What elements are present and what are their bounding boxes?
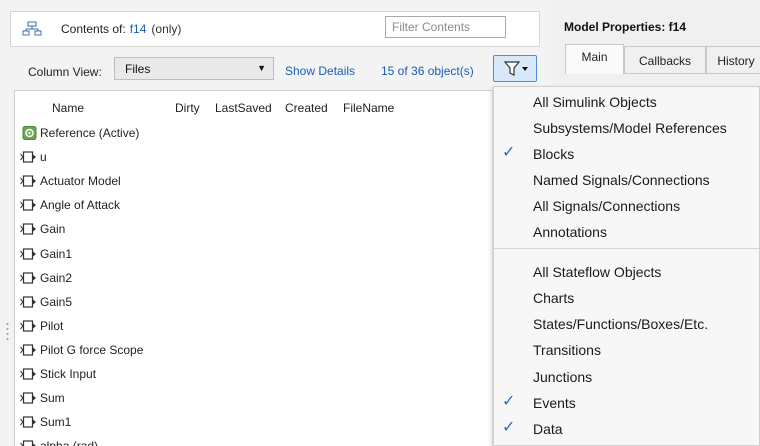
row-name: Pilot G force Scope xyxy=(40,342,144,357)
contents-label: Contents of: xyxy=(61,22,126,36)
menu-separator xyxy=(494,248,759,249)
block-icon xyxy=(20,199,36,211)
menu-item[interactable]: Subsystems/Model References xyxy=(494,115,759,141)
menu-item[interactable]: ✓ Blocks xyxy=(494,141,759,167)
filter-contents-input[interactable] xyxy=(385,16,506,38)
row-name: Sum1 xyxy=(40,415,72,430)
row-name: Actuator Model xyxy=(40,174,121,189)
contents-heading: Contents of: f14 (only) xyxy=(61,22,181,36)
menu-item-label: Annotations xyxy=(533,224,607,240)
table-row[interactable]: Angle of Attack xyxy=(15,193,492,217)
block-icon xyxy=(20,296,36,308)
model-link[interactable]: f14 xyxy=(130,22,147,36)
menu-item[interactable]: All Stateflow Objects xyxy=(494,259,759,285)
column-header-lastsaved[interactable]: LastSaved xyxy=(215,101,272,115)
menu-item-label: Charts xyxy=(533,290,575,306)
menu-item[interactable]: Junctions xyxy=(494,364,759,390)
row-name: Stick Input xyxy=(40,367,97,381)
row-name: alpha (rad) xyxy=(40,439,98,446)
chevron-down-icon: ▼ xyxy=(257,63,266,73)
block-icon xyxy=(20,175,36,187)
menu-item[interactable]: ✓ Events xyxy=(494,390,759,416)
column-view-select[interactable]: Files ▼ xyxy=(114,57,274,80)
block-icon xyxy=(20,416,36,428)
menu-item-label: Subsystems/Model References xyxy=(533,120,727,136)
block-icon xyxy=(20,247,36,260)
show-details-link[interactable]: Show Details xyxy=(285,64,355,78)
menu-item-label: All Stateflow Objects xyxy=(533,264,662,280)
object-list: Name Dirty LastSaved Created FileName Re… xyxy=(14,90,492,446)
tab-callbacks[interactable]: Callbacks xyxy=(624,46,706,74)
table-row[interactable]: Sum1 xyxy=(15,410,492,434)
row-name: Reference (Active) xyxy=(40,126,140,140)
row-name: Angle of Attack xyxy=(40,198,121,213)
row-name: Pilot xyxy=(40,318,64,333)
menu-item[interactable]: Annotations xyxy=(494,219,759,245)
table-row[interactable]: u xyxy=(15,145,492,169)
menu-item[interactable]: Charts xyxy=(494,285,759,311)
menu-item[interactable]: All Simulink Objects xyxy=(494,89,759,115)
row-name: Gain1 xyxy=(40,246,73,261)
table-row[interactable]: Gain5 xyxy=(15,290,492,314)
table-row[interactable]: Stick Input xyxy=(15,362,492,386)
menu-item-label: Transitions xyxy=(533,342,601,358)
menu-item[interactable]: ✓ Data xyxy=(494,416,759,442)
splitter-handle[interactable] xyxy=(6,322,9,344)
reference-icon xyxy=(22,126,37,140)
checkmark-icon: ✓ xyxy=(502,419,516,436)
block-icon xyxy=(20,368,36,380)
menu-item-label: All Simulink Objects xyxy=(533,94,657,110)
menu-item-label: All Signals/Connections xyxy=(533,198,681,214)
column-view-value: Files xyxy=(125,62,151,76)
contents-scope: (only) xyxy=(151,22,182,36)
column-header-name[interactable]: Name xyxy=(52,101,84,115)
checkmark-icon: ✓ xyxy=(502,393,516,410)
row-name: u xyxy=(40,150,47,165)
block-icon xyxy=(20,440,36,446)
row-name: Gain2 xyxy=(40,270,73,285)
block-icon xyxy=(20,151,36,163)
block-icon xyxy=(20,271,36,284)
table-row[interactable]: Sum xyxy=(15,386,492,410)
column-header-dirty[interactable]: Dirty xyxy=(175,101,200,115)
table-row[interactable]: Gain1 xyxy=(15,242,492,266)
block-icon xyxy=(20,344,36,356)
block-icon xyxy=(20,223,36,235)
column-header-filename[interactable]: FileName xyxy=(343,101,394,115)
table-row[interactable]: Actuator Model xyxy=(15,169,492,193)
menu-item[interactable]: All Signals/Connections xyxy=(494,193,759,219)
hierarchy-icon xyxy=(22,21,42,36)
menu-item-label: States/Functions/Boxes/Etc. xyxy=(533,316,709,332)
table-row[interactable]: Pilot G force Scope xyxy=(15,338,492,362)
row-name: Sum xyxy=(40,391,65,406)
object-count[interactable]: 15 of 36 object(s) xyxy=(381,64,474,78)
table-row[interactable]: Gain2 xyxy=(15,266,492,290)
menu-item[interactable]: Named Signals/Connections xyxy=(494,167,759,193)
table-row[interactable]: alpha (rad) xyxy=(15,434,492,446)
tab-history[interactable]: History xyxy=(706,46,760,74)
table-row[interactable]: Pilot xyxy=(15,314,492,338)
funnel-icon xyxy=(503,61,528,76)
table-row[interactable]: Gain xyxy=(15,217,492,241)
menu-item-label: Junctions xyxy=(533,369,593,385)
row-name: Gain xyxy=(40,222,66,237)
menu-item-label: Events xyxy=(533,395,576,411)
menu-item[interactable]: Transitions xyxy=(494,337,759,363)
model-properties-title: Model Properties: f14 xyxy=(564,20,687,34)
row-name: Gain5 xyxy=(40,294,73,309)
block-icon xyxy=(20,392,36,404)
column-header-created[interactable]: Created xyxy=(285,101,328,115)
menu-item-label: Data xyxy=(533,421,563,437)
menu-item[interactable]: States/Functions/Boxes/Etc. xyxy=(494,311,759,337)
table-row[interactable]: Reference (Active) xyxy=(15,121,492,145)
column-view-label: Column View: xyxy=(28,65,102,79)
block-icon xyxy=(20,320,36,332)
filter-dropdown-menu: All Simulink Objects Subsystems/Model Ref… xyxy=(493,86,760,446)
menu-item-label: Blocks xyxy=(533,146,575,162)
menu-item-label: Named Signals/Connections xyxy=(533,172,710,188)
checkmark-icon: ✓ xyxy=(502,144,516,161)
tab-main[interactable]: Main xyxy=(565,44,624,74)
filter-menu-button[interactable] xyxy=(493,55,537,82)
